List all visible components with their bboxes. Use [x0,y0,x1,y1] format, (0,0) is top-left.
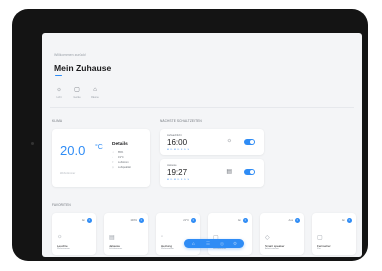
power-toggle[interactable]: • [346,217,352,223]
device-state: Aus [288,219,293,222]
light-icon: ☼ [226,138,233,144]
favorite-tile[interactable]: An • ▢ Schlafzimmer [208,213,252,255]
tablet-bezel: Willkommen zurück! Mein Zuhause ☼ Licht … [12,9,368,261]
lamp-icon: ☼ [57,234,63,240]
schedules-section-label: NÄCHSTE SCHALTZEITEN [160,119,202,123]
schedule-label: Aufwachlicht [167,134,182,137]
power-toggle[interactable]: • [242,217,248,223]
device-state: An [341,219,345,222]
favorite-tile[interactable]: Aus • ◇ Smart speaker Arbeitszimmer [260,213,304,255]
schedule-card[interactable]: Aufwachlicht 16:00 M D M D F S S ☼ [160,129,264,155]
schedule-label: Jalousie [167,164,177,167]
device-room: Schlafzimmer [213,248,227,250]
room-icon: ⌂ [93,87,97,93]
title-accent-bar [55,75,62,77]
details-title: Details [112,142,128,147]
power-toggle[interactable]: • [294,217,300,223]
quick-action-light[interactable]: ☼ Licht [52,86,66,99]
scene-icon[interactable]: ◎ [220,241,224,247]
power-toggle[interactable]: • [190,217,196,223]
device-state: An [237,219,241,222]
device-room: Schlafzimmer [109,248,123,250]
home-icon[interactable]: ⌂ [192,241,195,246]
climate-room: Wohnzimmer [60,172,76,175]
settings-icon[interactable]: ⚙ [233,241,237,247]
blind-icon: ▤ [226,169,232,175]
app-screen: Willkommen zurück! Mein Zuhause ☼ Licht … [42,33,362,257]
device-room: Wohnzimmer [57,248,70,250]
thermostat-icon: ◦ [161,234,164,240]
detail-row: ◦ 19°C [112,156,124,159]
welcome-text: Willkommen zurück! [54,53,87,57]
quick-action-rooms[interactable]: ⌂ Räume [88,86,102,99]
device-state: An [81,219,85,222]
section-divider [50,107,354,108]
bottom-tab-bar: ⌂ ☰ ◎ ⚙ [184,239,244,248]
temperature-value: 20.0 [60,143,86,158]
device-room: Wohnzimmer [161,248,174,250]
schedule-toggle[interactable] [244,169,255,175]
quick-action-label: Licht [56,96,62,99]
schedule-days: M D M D F S S [167,179,190,181]
speaker-icon: ◇ [265,235,270,241]
detail-row: ◇ Luftqualität [112,166,131,169]
schedule-toggle[interactable] [244,139,255,145]
device-state: 100% [130,219,137,222]
schedule-time: 16:00 [167,138,188,147]
quick-action-label: Räume [91,96,99,99]
schedule-days: M D M D F S S [167,149,190,151]
temperature-unit: °C [95,144,103,151]
front-camera [31,142,34,145]
climate-card[interactable]: 20.0 °C Details ☼ 85% ◦ 19°C ≈ Luftstrom ◇ L… [52,129,150,187]
power-toggle[interactable]: • [86,217,92,223]
tv-icon: ▢ [317,235,323,241]
light-icon: ☼ [56,87,62,93]
favorites-section-label: FAVORITEN [52,203,71,207]
favorite-tile[interactable]: An • ▢ Fernseher Flur [312,213,356,255]
detail-row: ≈ Luftstrom [112,161,129,164]
power-toggle[interactable]: • [138,217,144,223]
quick-action-devices[interactable]: ▢ Geräte [70,86,84,99]
climate-section-label: KLIMA [52,119,63,123]
device-state: 21°C [183,219,189,222]
favorite-tile[interactable]: 21°C • ◦ Heizung Wohnzimmer [156,213,200,255]
device-icon: ▢ [74,87,80,93]
schedule-card[interactable]: Jalousie 19:27 M D M D F S S ▤ [160,159,264,187]
device-room: Arbeitszimmer [265,248,279,250]
schedule-time: 19:27 [167,168,188,177]
blind-icon: ▤ [109,235,115,241]
page-title: Mein Zuhause [54,63,112,73]
quick-action-label: Geräte [73,96,81,99]
device-room: Flur [317,248,321,250]
favorite-tile[interactable]: An • ☼ Leuchte Wohnzimmer [52,213,96,255]
favorite-tile[interactable]: 100% • ▤ Jalousie Schlafzimmer [104,213,148,255]
list-icon[interactable]: ☰ [206,241,210,247]
detail-row: ☼ 85% [112,151,124,154]
